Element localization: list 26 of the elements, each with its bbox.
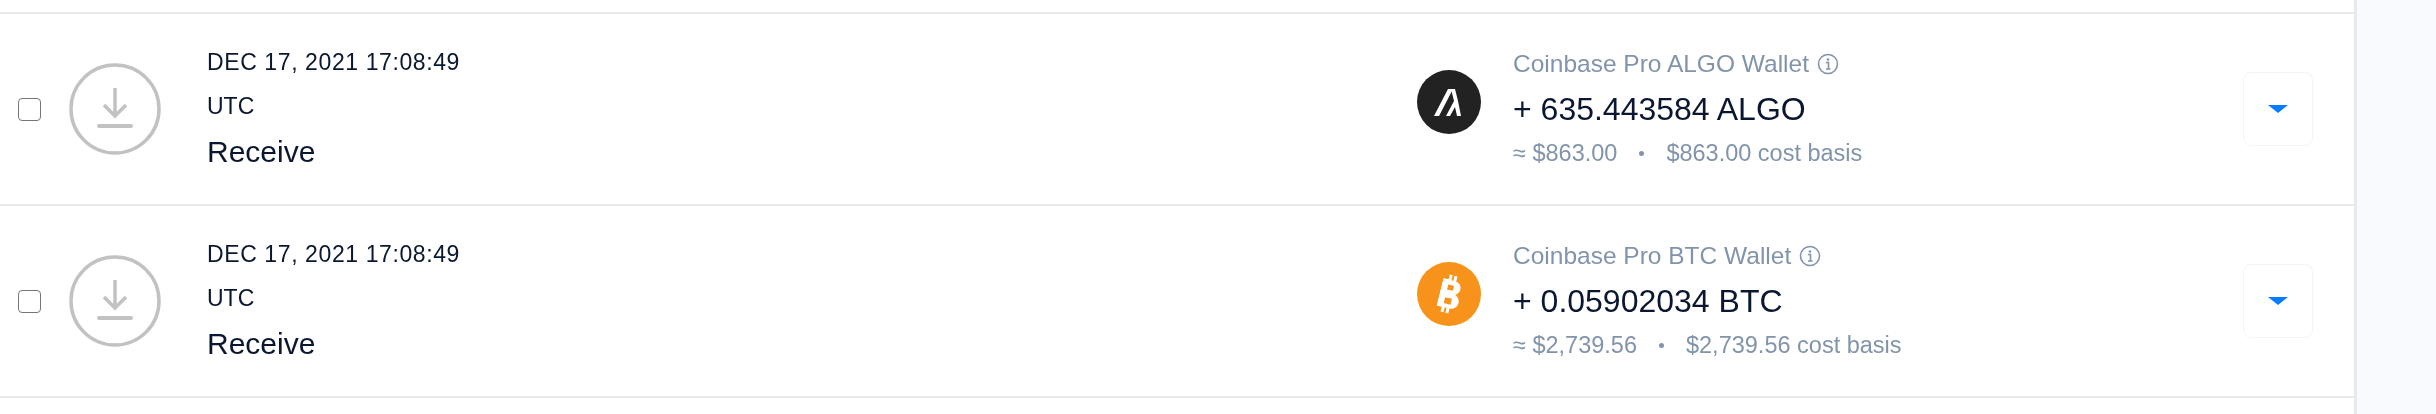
info-icon[interactable] bbox=[1799, 245, 1822, 267]
coin-logo-icon bbox=[1417, 262, 1481, 326]
caret-icon bbox=[2268, 297, 2288, 305]
transaction-date: DEC 17, 2021 17:08:49 bbox=[207, 240, 461, 269]
caret-icon bbox=[2268, 105, 2288, 113]
checkbox[interactable] bbox=[18, 289, 41, 313]
dot-separator-icon bbox=[1639, 150, 1645, 156]
download-circle-icon bbox=[69, 255, 161, 347]
cost-basis: $2,739.56 cost basis bbox=[1686, 331, 1902, 360]
info-icon[interactable] bbox=[1816, 53, 1839, 75]
cost-basis: $863.00 cost basis bbox=[1666, 139, 1863, 168]
fiat-value: ≈ $2,739.56 bbox=[1513, 331, 1637, 360]
transaction-date: DEC 17, 2021 17:08:49 bbox=[207, 48, 461, 77]
checkbox[interactable] bbox=[18, 97, 41, 121]
wallet-name: Coinbase Pro ALGO Wallet bbox=[1513, 49, 1809, 79]
dot-separator-icon bbox=[1659, 342, 1664, 348]
transaction-amount: + 635.443584 ALGO bbox=[1513, 90, 1807, 129]
wallet-name: Coinbase Pro BTC Wallet bbox=[1513, 241, 1792, 271]
transaction-amount: + 0.05902034 BTC bbox=[1513, 282, 1784, 321]
coin-logo-icon bbox=[1417, 70, 1481, 134]
timezone-label: UTC bbox=[207, 92, 256, 121]
timezone-label: UTC bbox=[207, 284, 256, 313]
transaction-type: Receive bbox=[207, 326, 317, 362]
download-circle-icon bbox=[69, 63, 161, 155]
fiat-value: ≈ $863.00 bbox=[1513, 139, 1618, 168]
transaction-type: Receive bbox=[207, 134, 317, 170]
